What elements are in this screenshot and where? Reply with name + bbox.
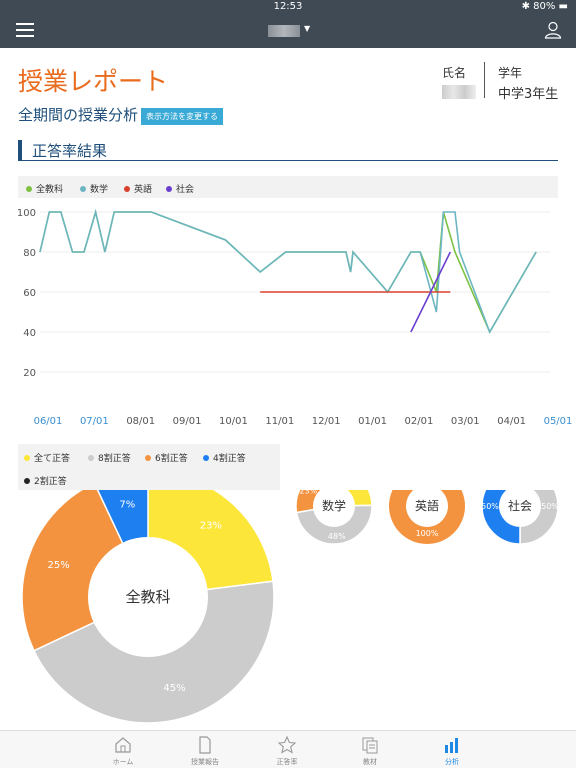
legend-label: 全教科: [36, 185, 64, 195]
school-selector[interactable]: [268, 25, 300, 37]
y-tick-label: 40: [23, 328, 36, 339]
y-tick-label: 20: [23, 368, 36, 379]
document-icon: [199, 736, 211, 754]
y-tick-label: 60: [23, 288, 36, 299]
tab-label: 正答率: [276, 758, 298, 766]
status-time: 12:53: [273, 1, 303, 12]
x-tick-label: 02/01: [404, 416, 433, 427]
home-icon: [115, 737, 131, 753]
y-tick-label: 100: [17, 208, 36, 219]
line-chart: 20 40 60 80 100 06/01 07/01 08/01 09/01 10/01 11/0…: [17, 208, 573, 427]
section-title: 正答率結果: [32, 142, 108, 160]
divider: [484, 62, 485, 98]
legend-label: 6割正答: [155, 454, 188, 464]
donut-title: 数学: [322, 498, 346, 513]
tab-materials[interactable]: 教材: [340, 735, 400, 767]
legend-label: 英語: [134, 185, 153, 195]
legend-item-full[interactable]: 全て正答: [24, 451, 70, 464]
tab-label: 授業報告: [191, 758, 219, 766]
tab-report[interactable]: 授業報告: [175, 735, 235, 767]
slice-label: 25%: [47, 560, 69, 571]
x-tick-label: 08/01: [126, 416, 155, 427]
legend-item-math[interactable]: 数学: [80, 182, 108, 195]
legend-label: 2割正答: [34, 477, 67, 487]
legend-item-english[interactable]: 英語: [124, 182, 152, 195]
change-display-button[interactable]: 表示方法を変更する: [141, 108, 223, 125]
x-tick-label: 01/01: [358, 416, 387, 427]
legend-label: 社会: [176, 185, 195, 195]
x-tick-label: 06/01: [34, 416, 63, 427]
tab-label: ホーム: [112, 758, 134, 766]
student-name-redacted: [442, 85, 476, 99]
donut-title: 社会: [508, 498, 532, 513]
materials-icon: [362, 737, 378, 754]
legend-item-all[interactable]: 全教科: [26, 182, 63, 195]
bar-chart-icon: [445, 738, 458, 753]
pie-charts: 23%45%25%7%全教科25%48%23%5%数学100%英語50%50%社…: [21, 490, 559, 724]
slice-label: 23%: [299, 490, 317, 495]
slice-label: 23%: [200, 521, 222, 532]
student-name-box: 氏名: [442, 64, 476, 99]
donut-title: 英語: [415, 498, 439, 513]
line-chart-legend: 全教科 数学 英語 社会: [18, 176, 558, 198]
legend-label: 4割正答: [213, 454, 246, 464]
grade-label: 学年: [498, 66, 523, 80]
legend-item-social[interactable]: 社会: [166, 182, 194, 195]
analysis-title: 全期間の授業分析: [18, 106, 139, 124]
section-header: 正答率結果: [18, 140, 558, 161]
slice-label: 50%: [481, 502, 499, 511]
grade-value: 中学3年生: [498, 87, 559, 102]
page-title: 授業レポート: [18, 67, 169, 96]
slice-label: 100%: [416, 529, 439, 538]
grade-box: 学年 中学3年生: [498, 64, 558, 102]
slice-label: 45%: [163, 683, 185, 694]
x-tick-label: 05/01: [544, 416, 573, 427]
x-tick-label: 12/01: [312, 416, 341, 427]
slice-label: 50%: [541, 502, 559, 511]
legend-label: 8割正答: [98, 454, 131, 464]
tab-label: 教材: [363, 758, 377, 766]
x-tick-label: 11/01: [265, 416, 294, 427]
x-tick-label: 04/01: [497, 416, 526, 427]
star-icon: [277, 735, 297, 754]
legend-item-20[interactable]: 2割正答: [24, 474, 67, 487]
legend-label: 全て正答: [34, 454, 71, 464]
status-bar: 12:53 ✱ 80% ▬: [0, 0, 576, 14]
user-icon[interactable]: [544, 21, 562, 39]
legend-item-40[interactable]: 4割正答: [203, 451, 246, 464]
series-line-0: [39, 208, 537, 334]
y-tick-label: 80: [23, 248, 36, 259]
x-tick-label: 07/01: [80, 416, 109, 427]
tab-home[interactable]: ホーム: [93, 735, 153, 767]
series-line-1: [39, 208, 537, 334]
legend-label: 数学: [90, 185, 109, 195]
menu-icon[interactable]: [16, 23, 34, 37]
tab-accuracy[interactable]: 正答率: [257, 735, 317, 767]
tab-analysis[interactable]: 分析: [422, 735, 482, 767]
slice-label: 7%: [119, 499, 135, 510]
x-tick-label: 10/01: [219, 416, 248, 427]
legend-item-60[interactable]: 6割正答: [145, 451, 188, 464]
tab-bar: ホーム 授業報告 正答率 教材 分析: [0, 730, 576, 768]
legend-item-80[interactable]: 8割正答: [88, 451, 131, 464]
tab-label: 分析: [445, 758, 459, 766]
x-tick-label: 03/01: [451, 416, 480, 427]
slice-label: 48%: [328, 532, 346, 541]
pie-chart-legend: 全て正答 8割正答 6割正答 4割正答 2割正答: [18, 444, 280, 490]
name-label: 氏名: [442, 66, 467, 80]
donut-title: 全教科: [125, 588, 170, 606]
navigation-bar: ▼: [0, 14, 576, 48]
battery-percent: 80%: [533, 1, 556, 12]
battery-indicator: ✱ 80% ▬: [521, 1, 568, 12]
chevron-down-icon[interactable]: ▼: [304, 24, 310, 33]
x-tick-label: 09/01: [173, 416, 202, 427]
